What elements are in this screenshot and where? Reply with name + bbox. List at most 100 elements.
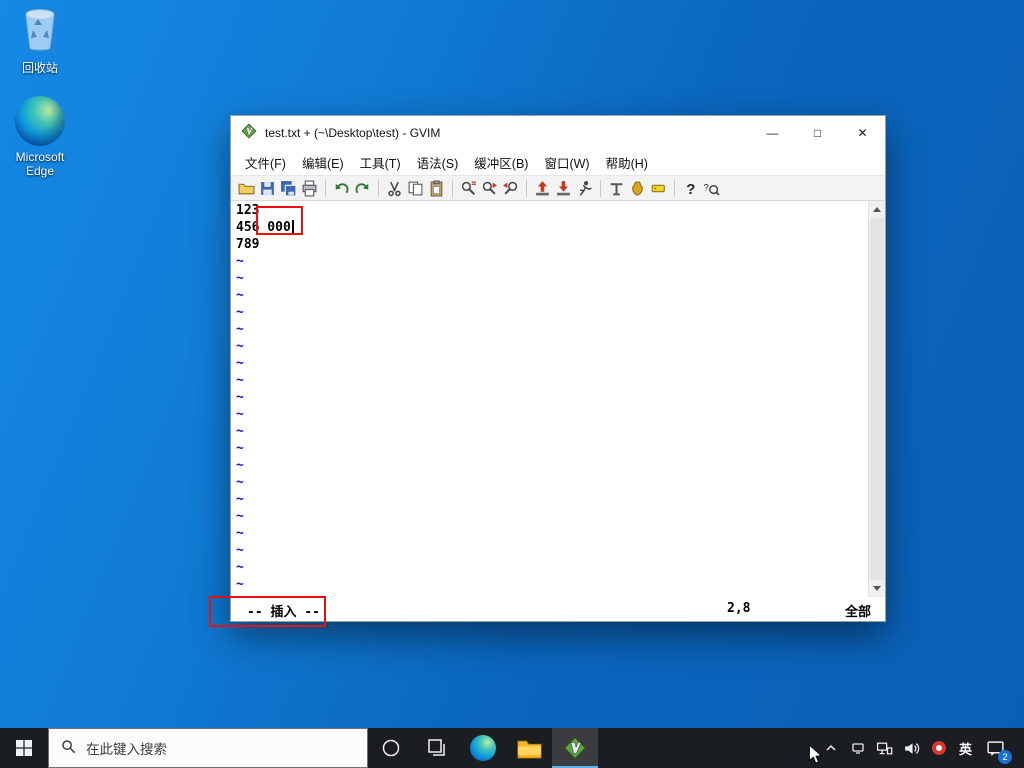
empty-line-tilde: ~ <box>236 423 885 440</box>
redo-icon[interactable] <box>352 178 373 199</box>
open-icon[interactable] <box>236 178 257 199</box>
microsoft-edge-shortcut[interactable]: Microsoft Edge <box>5 96 75 178</box>
menu-tools[interactable]: 工具(T) <box>352 150 409 175</box>
find-help-icon[interactable]: ? <box>701 178 722 199</box>
empty-line-tilde: ~ <box>236 576 885 593</box>
find-next-icon[interactable] <box>479 178 500 199</box>
editor-line-1: 123 <box>236 202 885 219</box>
gvim-taskbar-icon <box>563 736 587 760</box>
jump-to-tag-icon[interactable] <box>648 178 669 199</box>
toolbar-separator <box>674 180 675 197</box>
action-center-button[interactable]: 2 <box>982 735 1008 761</box>
recycle-bin-shortcut[interactable]: 回收站 <box>5 6 75 76</box>
editor-tildes: ~~~~~~~~~~~~~~~~~~~~ <box>236 253 885 593</box>
empty-line-tilde: ~ <box>236 440 885 457</box>
status-bar: -- 插入 -- 2,8 全部 <box>231 597 885 621</box>
file-explorer-icon <box>517 738 542 759</box>
build-tags-icon[interactable] <box>627 178 648 199</box>
empty-line-tilde: ~ <box>236 372 885 389</box>
find-replace-icon[interactable] <box>458 178 479 199</box>
taskbar: 在此键入搜索 <box>0 728 1024 768</box>
find-prev-icon[interactable] <box>500 178 521 199</box>
cursor-position: 2,8 <box>727 601 750 616</box>
menu-window[interactable]: 窗口(W) <box>536 150 597 175</box>
taskbar-gvim-button[interactable] <box>552 728 598 768</box>
taskbar-explorer-button[interactable] <box>506 728 552 768</box>
volume-icon[interactable] <box>902 738 922 758</box>
menu-edit[interactable]: 编辑(E) <box>294 150 352 175</box>
empty-line-tilde: ~ <box>236 525 885 542</box>
help-icon[interactable]: ? <box>680 178 701 199</box>
taskbar-edge-button[interactable] <box>460 728 506 768</box>
save-icon[interactable] <box>257 178 278 199</box>
scroll-up-button[interactable] <box>869 201 885 218</box>
menu-help[interactable]: 帮助(H) <box>598 150 656 175</box>
scrollbar-thumb[interactable] <box>870 218 884 580</box>
desktop[interactable]: 回收站 Microsoft Edge test.txt + (~\Desktop… <box>0 0 1024 768</box>
empty-line-tilde: ~ <box>236 355 885 372</box>
windows-logo-icon <box>16 740 32 756</box>
editor-line-2: 456 000 <box>236 219 885 236</box>
task-view-button[interactable] <box>414 728 460 768</box>
empty-line-tilde: ~ <box>236 406 885 423</box>
recycle-bin-icon <box>20 6 60 55</box>
load-session-icon[interactable] <box>532 178 553 199</box>
toolbar-separator <box>452 180 453 197</box>
toolbar-separator <box>325 180 326 197</box>
save-all-icon[interactable] <box>278 178 299 199</box>
search-icon <box>61 739 76 757</box>
menu-file[interactable]: 文件(F) <box>237 150 294 175</box>
print-icon[interactable] <box>299 178 320 199</box>
empty-line-tilde: ~ <box>236 559 885 576</box>
save-session-icon[interactable] <box>553 178 574 199</box>
network-icon[interactable] <box>875 738 895 758</box>
search-placeholder: 在此键入搜索 <box>86 738 167 758</box>
scroll-down-button[interactable] <box>869 580 885 597</box>
insert-mode-indicator: -- 插入 -- <box>247 601 320 620</box>
undo-icon[interactable] <box>331 178 352 199</box>
hardware-icon[interactable] <box>848 738 868 758</box>
empty-line-tilde: ~ <box>236 270 885 287</box>
search-input[interactable]: 在此键入搜索 <box>48 728 368 768</box>
toolbar-separator <box>526 180 527 197</box>
paste-icon[interactable] <box>426 178 447 199</box>
window-title: test.txt + (~\Desktop\test) - GVIM <box>265 126 750 140</box>
make-icon[interactable] <box>606 178 627 199</box>
text-cursor <box>292 220 294 233</box>
vim-app-icon <box>241 123 257 144</box>
copy-icon[interactable] <box>405 178 426 199</box>
maximize-button[interactable]: □ <box>795 116 840 150</box>
cortana-button[interactable] <box>368 728 414 768</box>
input-method-red-icon[interactable] <box>929 738 949 758</box>
empty-line-tilde: ~ <box>236 457 885 474</box>
chevron-up-icon[interactable] <box>821 738 841 758</box>
title-bar[interactable]: test.txt + (~\Desktop\test) - GVIM — □ ✕ <box>231 116 885 150</box>
empty-line-tilde: ~ <box>236 491 885 508</box>
notification-badge: 2 <box>998 750 1012 764</box>
task-view-icon <box>427 738 447 758</box>
run-script-icon[interactable] <box>574 178 595 199</box>
cortana-icon <box>380 737 402 759</box>
edge-icon <box>15 96 65 146</box>
close-button[interactable]: ✕ <box>840 116 885 150</box>
empty-line-tilde: ~ <box>236 287 885 304</box>
gvim-toolbar-icons: ?? <box>236 178 722 199</box>
empty-line-tilde: ~ <box>236 321 885 338</box>
system-tray: 英 2 <box>821 728 1024 768</box>
menu-buffers[interactable]: 缓冲区(B) <box>466 150 536 175</box>
empty-line-tilde: ~ <box>236 253 885 270</box>
edge-taskbar-icon <box>470 735 496 761</box>
toolbar-separator <box>378 180 379 197</box>
svg-text:?: ? <box>704 182 709 193</box>
start-button[interactable] <box>0 728 48 768</box>
menu-bar: 文件(F) 编辑(E) 工具(T) 语法(S) 缓冲区(B) 窗口(W) 帮助(… <box>231 150 885 175</box>
empty-line-tilde: ~ <box>236 508 885 525</box>
ime-language-indicator[interactable]: 英 <box>956 739 975 758</box>
menu-syntax[interactable]: 语法(S) <box>409 150 467 175</box>
empty-line-tilde: ~ <box>236 474 885 491</box>
edge-label: Microsoft Edge <box>5 150 75 178</box>
vertical-scrollbar[interactable] <box>868 201 885 597</box>
minimize-button[interactable]: — <box>750 116 795 150</box>
cut-icon[interactable] <box>384 178 405 199</box>
text-area[interactable]: 123 456 000 789 ~~~~~~~~~~~~~~~~~~~~ <box>231 201 885 597</box>
